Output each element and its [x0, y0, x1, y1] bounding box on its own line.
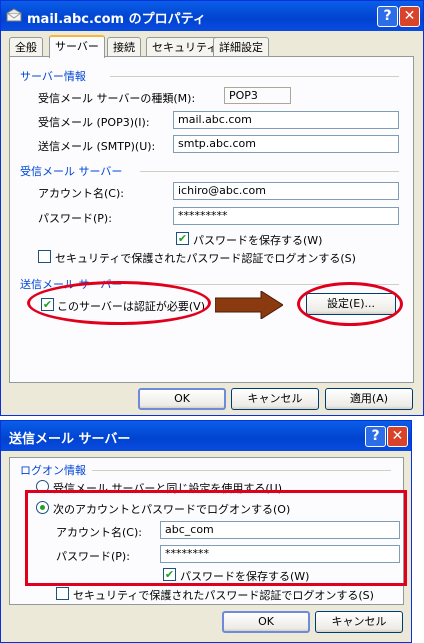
tab-server[interactable]: サーバー [49, 35, 105, 58]
close-icon[interactable]: ✕ [399, 6, 420, 27]
ok-button[interactable]: OK [222, 611, 310, 633]
divider [140, 171, 399, 172]
spa-logon-checkbox[interactable] [38, 250, 51, 263]
incoming-type-value: POP3 [224, 87, 291, 104]
divider [92, 470, 391, 471]
annotation-highlight-frame [25, 490, 407, 586]
tab-advanced[interactable]: 詳細設定 [213, 37, 269, 57]
server-tab-panel: サーバー情報 受信メール サーバーの種類(M): POP3 受信メール (POP… [9, 56, 414, 383]
logon-group-label: ログオン情報 [20, 464, 86, 477]
incoming-server-label: 受信メール (POP3)(I): [38, 116, 150, 129]
spa-logon-label: セキュリティで保護されたパスワード認証でログオンする(S) [55, 252, 356, 265]
window-title: 送信メール サーバー [9, 432, 131, 447]
mail-app-icon [6, 8, 22, 22]
cancel-button[interactable]: キャンセル [315, 611, 403, 633]
properties-dialog: mail.abc.com のプロパティ ? ✕ 全般 サーバー 接続 セキュリテ… [0, 0, 424, 416]
annotation-highlight-settings [297, 282, 403, 326]
password-label: パスワード(P): [38, 212, 112, 225]
server-info-group-label: サーバー情報 [20, 70, 86, 83]
title-bar: mail.abc.com のプロパティ ? ✕ [1, 1, 423, 31]
outgoing-server-label: 送信メール (SMTP)(U): [38, 140, 156, 153]
tab-general[interactable]: 全般 [9, 37, 43, 57]
cancel-button[interactable]: キャンセル [231, 388, 319, 410]
annotation-arrow-icon [215, 291, 283, 319]
title-bar: 送信メール サーバー ? ✕ [1, 421, 411, 451]
apply-button[interactable]: 適用(A) [325, 388, 413, 410]
close-icon[interactable]: ✕ [387, 426, 408, 447]
outgoing-server-dialog: 送信メール サーバー ? ✕ ログオン情報 受信メール サーバーと同じ設定を使用… [0, 420, 412, 643]
tab-security[interactable]: セキュリティ [146, 37, 224, 57]
account-field[interactable]: ichiro@abc.com [173, 182, 399, 200]
remember-password-checkbox[interactable]: ✔ [176, 232, 189, 245]
incoming-server-field[interactable]: mail.abc.com [173, 111, 399, 129]
help-icon[interactable]: ? [365, 426, 386, 447]
tab-connection[interactable]: 接続 [107, 37, 141, 57]
remember-password-label: パスワードを保存する(W) [193, 234, 323, 247]
divider [110, 76, 399, 77]
account-label: アカウント名(C): [38, 187, 124, 200]
spa-logon-label: セキュリティで保護されたパスワード認証でログオンする(S) [73, 589, 374, 602]
window-title: mail.abc.com のプロパティ [27, 12, 206, 27]
password-field[interactable]: ********* [173, 207, 399, 225]
outgoing-server-field[interactable]: smtp.abc.com [173, 135, 399, 153]
help-icon[interactable]: ? [377, 6, 398, 27]
annotation-highlight-checkbox [27, 281, 211, 325]
spa-logon-checkbox[interactable] [56, 587, 69, 600]
incoming-type-label: 受信メール サーバーの種類(M): [38, 92, 196, 105]
ok-button[interactable]: OK [138, 388, 226, 410]
incoming-group-label: 受信メール サーバー [20, 165, 123, 178]
